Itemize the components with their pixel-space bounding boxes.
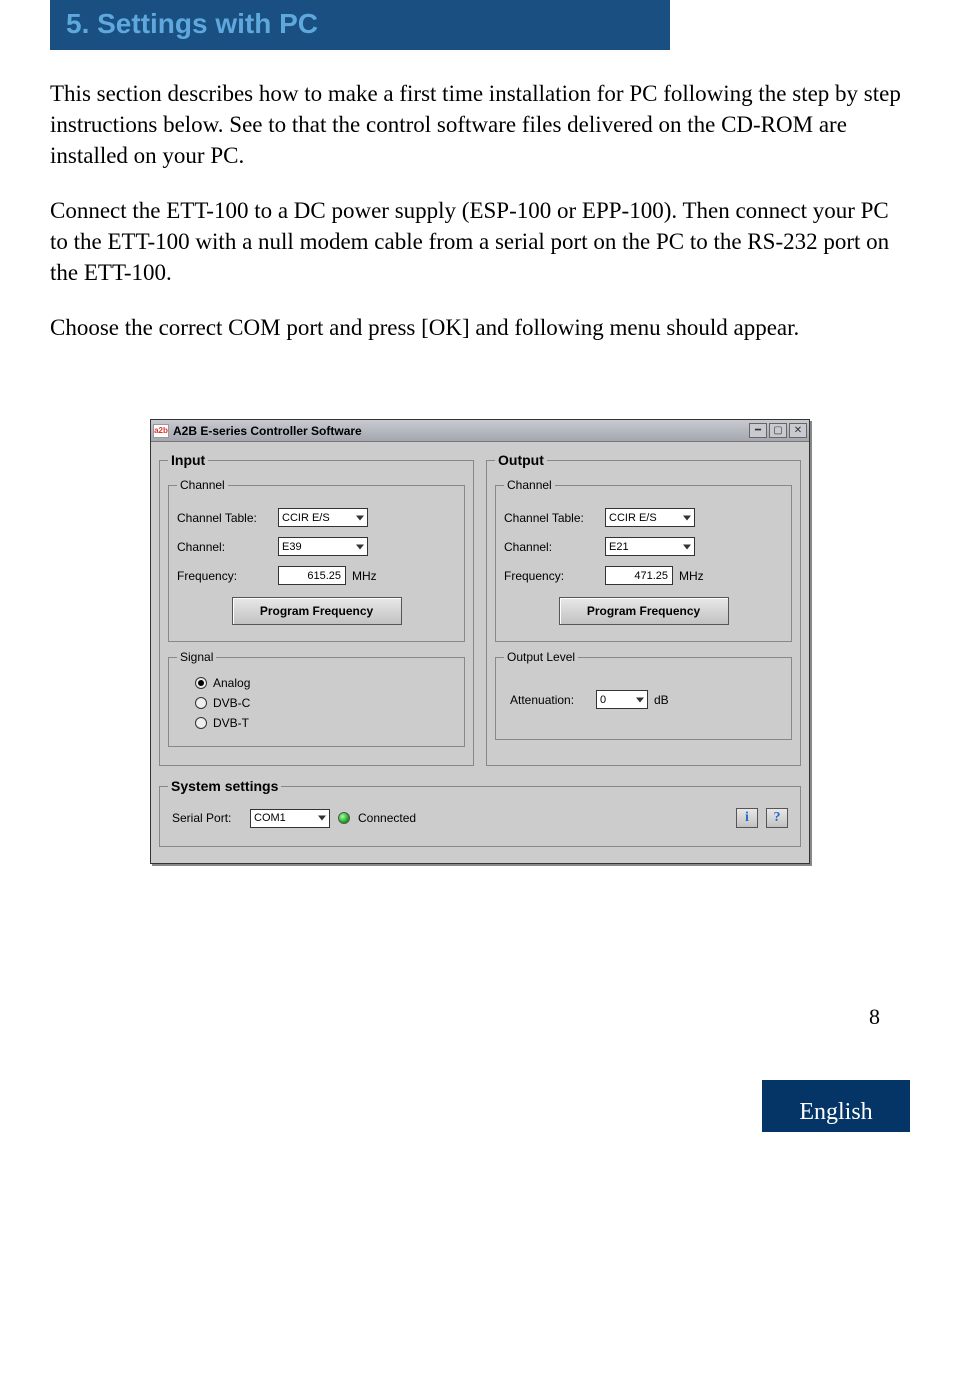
signal-option-label: Analog: [213, 676, 250, 690]
input-frequency-unit: MHz: [352, 569, 377, 583]
window-title: A2B E-series Controller Software: [173, 424, 749, 438]
input-channel-table-combo[interactable]: CCIR E/S: [278, 508, 368, 527]
output-legend: Output: [495, 452, 547, 468]
page-number: 8: [50, 1004, 910, 1030]
close-button[interactable]: ✕: [789, 423, 807, 438]
input-channel-label: Channel:: [177, 540, 272, 554]
input-program-frequency-button[interactable]: Program Frequency: [232, 597, 402, 625]
input-channel-group: Channel Channel Table: CCIR E/S Channel:…: [168, 478, 465, 642]
signal-dvbc-radio[interactable]: DVB-C: [195, 696, 456, 710]
output-group: Output Channel Channel Table: CCIR E/S C…: [486, 452, 801, 766]
signal-dvbt-radio[interactable]: DVB-T: [195, 716, 456, 730]
output-frequency-unit: MHz: [679, 569, 704, 583]
input-channel-table-label: Channel Table:: [177, 511, 272, 525]
radio-icon: [195, 697, 207, 709]
output-level-group: Output Level Attenuation: 0 dB: [495, 650, 792, 740]
section-heading: 5. Settings with PC: [50, 0, 670, 50]
output-frequency-label: Frequency:: [504, 569, 599, 583]
app-icon: a2b: [153, 424, 169, 438]
radio-icon: [195, 717, 207, 729]
serial-port-combo[interactable]: COM1: [250, 809, 330, 828]
input-channel-legend: Channel: [177, 478, 228, 492]
radio-icon: [195, 677, 207, 689]
paragraph-3: Choose the correct COM port and press [O…: [50, 312, 910, 343]
output-channel-combo[interactable]: E21: [605, 537, 695, 556]
input-legend: Input: [168, 452, 208, 468]
output-frequency-field[interactable]: 471.25: [605, 566, 673, 585]
attenuation-unit: dB: [654, 693, 669, 707]
info-icon: i: [745, 810, 749, 826]
input-frequency-label: Frequency:: [177, 569, 272, 583]
language-tab: English: [762, 1080, 910, 1132]
input-channel-combo[interactable]: E39: [278, 537, 368, 556]
output-channel-table-combo[interactable]: CCIR E/S: [605, 508, 695, 527]
attenuation-label: Attenuation:: [510, 693, 590, 707]
minimize-button[interactable]: ━: [749, 423, 767, 438]
input-signal-legend: Signal: [177, 650, 216, 664]
output-channel-legend: Channel: [504, 478, 555, 492]
signal-analog-radio[interactable]: Analog: [195, 676, 456, 690]
signal-option-label: DVB-C: [213, 696, 250, 710]
output-program-frequency-button[interactable]: Program Frequency: [559, 597, 729, 625]
input-signal-group: Signal Analog DVB-C DVB-T: [168, 650, 465, 747]
system-settings-group: System settings Serial Port: COM1 Connec…: [159, 778, 801, 847]
output-level-legend: Output Level: [504, 650, 578, 664]
connection-status: Connected: [358, 811, 416, 825]
app-window: a2b A2B E-series Controller Software ━ ▢…: [150, 419, 810, 864]
titlebar: a2b A2B E-series Controller Software ━ ▢…: [151, 420, 809, 442]
help-button[interactable]: ?: [766, 808, 788, 828]
output-channel-group: Channel Channel Table: CCIR E/S Channel:…: [495, 478, 792, 642]
system-settings-legend: System settings: [168, 778, 281, 794]
serial-port-label: Serial Port:: [172, 811, 242, 825]
output-channel-table-label: Channel Table:: [504, 511, 599, 525]
maximize-button[interactable]: ▢: [769, 423, 787, 438]
help-icon: ?: [774, 810, 781, 826]
signal-option-label: DVB-T: [213, 716, 249, 730]
attenuation-combo[interactable]: 0: [596, 690, 648, 709]
connection-led-icon: [338, 812, 350, 824]
paragraph-2: Connect the ETT-100 to a DC power supply…: [50, 195, 910, 288]
input-frequency-field[interactable]: 615.25: [278, 566, 346, 585]
info-button[interactable]: i: [736, 808, 758, 828]
paragraph-1: This section describes how to make a fir…: [50, 78, 910, 171]
input-group: Input Channel Channel Table: CCIR E/S Ch…: [159, 452, 474, 766]
output-channel-label: Channel:: [504, 540, 599, 554]
